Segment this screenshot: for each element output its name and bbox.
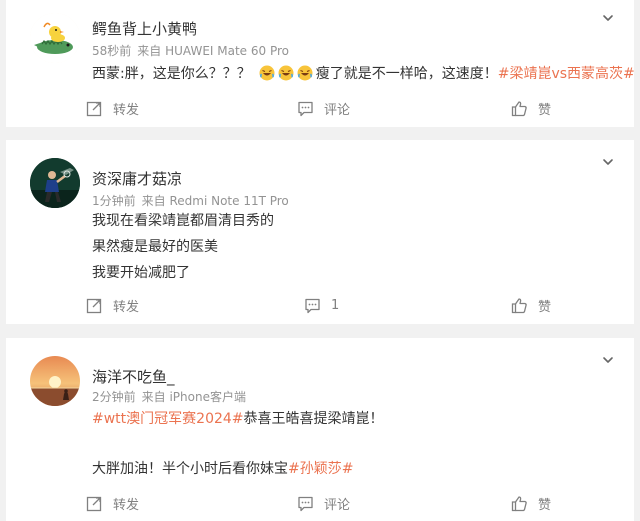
- post-text-line: 果然瘦是最好的医美: [92, 239, 218, 255]
- chevron-down-icon[interactable]: [602, 354, 614, 366]
- repost-label: 转发: [113, 102, 140, 118]
- crocodile-duck-avatar-icon: [30, 13, 80, 63]
- repost-button[interactable]: 转发: [86, 493, 139, 513]
- badminton-player-avatar-icon: [30, 158, 80, 208]
- post-text-mid: 瘦了就是不一样哈，这速度！: [315, 66, 498, 82]
- comment-count: 1: [331, 297, 340, 313]
- like-icon: [511, 495, 527, 511]
- like-label: 赞: [538, 497, 552, 513]
- post-source: 来自 iPhone客户端: [141, 390, 246, 404]
- sunset-avatar-icon: [30, 356, 80, 406]
- post-text-line: 我要开始减肥了: [92, 265, 190, 281]
- post-time[interactable]: 1分钟前: [92, 194, 136, 208]
- post-text: 大胖加油！半个小时后看你妹宝: [92, 461, 288, 477]
- like-label: 赞: [538, 102, 552, 118]
- repost-icon: [86, 496, 102, 511]
- comment-button[interactable]: 评论: [297, 493, 350, 513]
- comment-label: 评论: [324, 497, 351, 513]
- repost-button[interactable]: 转发: [86, 98, 139, 118]
- post-card: 鳄鱼背上小黄鸭 58秒前 来自 HUAWEI Mate 60 Pro 西蒙:胖，这…: [6, 0, 635, 127]
- comment-icon: [298, 496, 313, 511]
- post-text-pre: 西蒙:胖，这是你么？？？: [92, 66, 251, 82]
- comment-icon: [305, 298, 320, 313]
- action-bar: 转发 1 赞: [6, 295, 634, 315]
- like-button[interactable]: 赞: [511, 98, 551, 118]
- laugh-cry-emoji-icon: [259, 65, 275, 81]
- topic-link[interactable]: #wtt澳门冠军赛2024#: [92, 411, 244, 427]
- chevron-down-icon[interactable]: [602, 12, 614, 24]
- username[interactable]: 海洋不吃鱼_: [92, 366, 175, 387]
- post-card: 海洋不吃鱼_ 2分钟前 来自 iPhone客户端 #wtt澳门冠军赛2024#恭喜…: [6, 338, 634, 521]
- post-meta: 58秒前 来自 HUAWEI Mate 60 Pro: [92, 42, 289, 59]
- post-card: 资深庸才菇凉 1分钟前 来自 Redmi Note 11T Pro 我现在看梁靖崑…: [6, 140, 634, 324]
- avatar[interactable]: [30, 356, 80, 406]
- comment-icon: [298, 101, 313, 116]
- repost-icon: [86, 298, 102, 313]
- post-meta: 2分钟前 来自 iPhone客户端: [92, 388, 246, 405]
- comment-label: 评论: [324, 102, 351, 118]
- laugh-cry-emoji-icon: [278, 65, 294, 81]
- post-time[interactable]: 2分钟前: [92, 390, 136, 404]
- post-text: 恭喜王皓喜提梁靖崑！: [243, 411, 384, 427]
- post-meta: 1分钟前 来自 Redmi Note 11T Pro: [92, 192, 289, 209]
- like-icon: [511, 297, 527, 313]
- repost-button[interactable]: 转发: [86, 295, 139, 315]
- username[interactable]: 鳄鱼背上小黄鸭: [92, 18, 197, 39]
- username[interactable]: 资深庸才菇凉: [92, 168, 182, 189]
- laugh-cry-emoji-icon: [297, 65, 313, 81]
- repost-label: 转发: [113, 299, 140, 315]
- like-label: 赞: [538, 299, 552, 315]
- repost-icon: [86, 101, 102, 116]
- topic-link[interactable]: #孙颖莎#: [288, 461, 353, 477]
- like-button[interactable]: 赞: [511, 493, 551, 513]
- avatar[interactable]: [30, 13, 80, 63]
- post-text-line: #wtt澳门冠军赛2024#恭喜王皓喜提梁靖崑！: [92, 408, 384, 428]
- post-text-line: 大胖加油！半个小时后看你妹宝#孙颖莎#: [92, 458, 353, 478]
- post-text: 西蒙:胖，这是你么？？？ 瘦了就是不一样哈，这速度！#梁靖崑vs西蒙高茨#: [92, 63, 635, 83]
- chevron-down-icon[interactable]: [602, 156, 614, 168]
- like-button[interactable]: 赞: [511, 295, 551, 315]
- avatar[interactable]: [30, 158, 80, 208]
- post-source: 来自 Redmi Note 11T Pro: [141, 194, 289, 208]
- action-bar: 转发 评论 赞: [6, 493, 634, 513]
- comment-button[interactable]: 评论: [297, 98, 350, 118]
- repost-label: 转发: [113, 497, 140, 513]
- comment-button[interactable]: 1: [304, 295, 339, 315]
- topic-link[interactable]: #梁靖崑vs西蒙高茨#: [498, 66, 635, 82]
- like-icon: [511, 100, 527, 116]
- post-time[interactable]: 58秒前: [92, 44, 131, 58]
- action-bar: 转发 评论 赞: [6, 98, 634, 118]
- post-text-line: 我现在看梁靖崑都眉清目秀的: [92, 213, 274, 229]
- post-source: 来自 HUAWEI Mate 60 Pro: [137, 44, 289, 58]
